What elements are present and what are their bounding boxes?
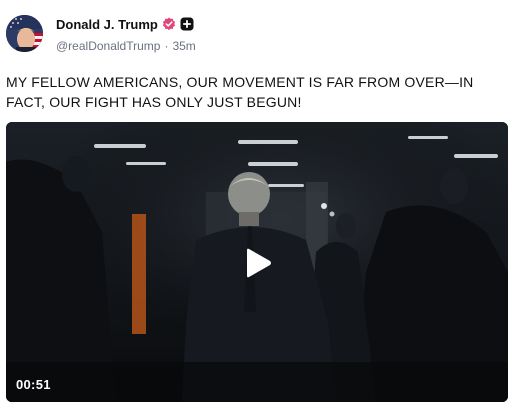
play-button[interactable] [240,246,274,280]
verified-badge-icon [162,17,176,31]
post-card: Donald J. Trump @realDonaldTrump · 35m M… [0,0,510,403]
avatar[interactable] [6,15,43,52]
post-timestamp[interactable]: 35m [172,39,195,53]
post-body-text: MY FELLOW AMERICANS, OUR MOVEMENT IS FAR… [6,74,474,110]
play-icon [247,248,271,278]
author-handle[interactable]: @realDonaldTrump [56,39,160,53]
plus-badge-icon [180,17,194,31]
author-display-name[interactable]: Donald J. Trump [56,17,158,32]
video-duration: 00:51 [16,377,51,392]
author-name-row: Donald J. Trump [56,15,194,33]
meta-separator: · [164,39,169,53]
author-meta-row: @realDonaldTrump · 35m [56,39,196,53]
video-player[interactable]: 00:51 [6,122,508,402]
